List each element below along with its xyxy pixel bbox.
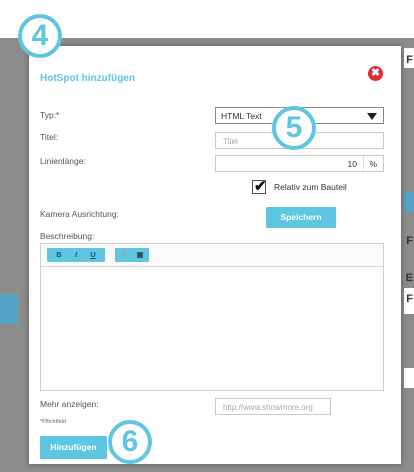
background-panel [404,192,414,212]
background-panel [404,368,414,388]
close-icon[interactable]: ✖ [368,66,383,81]
background-header [0,0,414,38]
description-editor[interactable]: B I U 🔗 ▣ [40,243,384,391]
italic-button[interactable]: I [70,248,82,262]
image-icon[interactable]: ▣ [134,248,146,262]
camera-label: Kamera Ausrichtung: [40,209,119,219]
editor-toolbar: B I U 🔗 ▣ [41,244,383,267]
line-length-input[interactable]: 10 % [215,155,384,172]
hotspot-dialog: HotSpot hinzufügen ✖ Typ:* HTML Text Tit… [29,46,401,464]
type-label: Typ:* [40,110,60,120]
save-camera-button[interactable]: Speichern [266,207,336,228]
background-text: F [406,235,413,247]
relative-checkbox[interactable]: ✔ [252,178,267,195]
background-text: F [406,54,413,66]
line-length-label: Linienlänge: [40,156,86,166]
type-select-value: HTML Text [221,111,262,121]
checkmark-icon: ✔ [254,178,267,195]
relative-label: Relativ zum Bauteil [274,182,347,192]
unit-divider [363,156,364,171]
line-length-value: 10 [347,159,357,169]
more-url-placeholder: http://www.showmore.org [223,403,313,412]
insert-button-group: 🔗 ▣ [115,248,149,262]
line-length-unit: % [369,159,377,169]
description-label: Beschreibung: [40,231,95,241]
dialog-title: HotSpot hinzufügen [40,73,135,84]
chevron-down-icon [367,113,377,120]
link-icon[interactable]: 🔗 [118,248,130,262]
required-note: *Pflichtfeld [40,419,66,425]
title-placeholder: Titel [223,137,238,146]
add-button[interactable]: Hinzufügen [40,436,107,459]
background-text: E [405,272,413,284]
background-text: F [406,293,413,305]
format-button-group: B I U [47,248,105,262]
background-panel [0,294,18,324]
title-label: Titel: [40,132,59,142]
step-marker-6: 6 [108,420,152,464]
more-url-input[interactable]: http://www.showmore.org [215,398,331,415]
bold-button[interactable]: B [53,248,65,262]
step-marker-4: 4 [18,14,62,58]
underline-button[interactable]: U [87,248,99,262]
more-label: Mehr anzeigen: [40,399,99,409]
step-marker-5: 5 [272,106,316,150]
